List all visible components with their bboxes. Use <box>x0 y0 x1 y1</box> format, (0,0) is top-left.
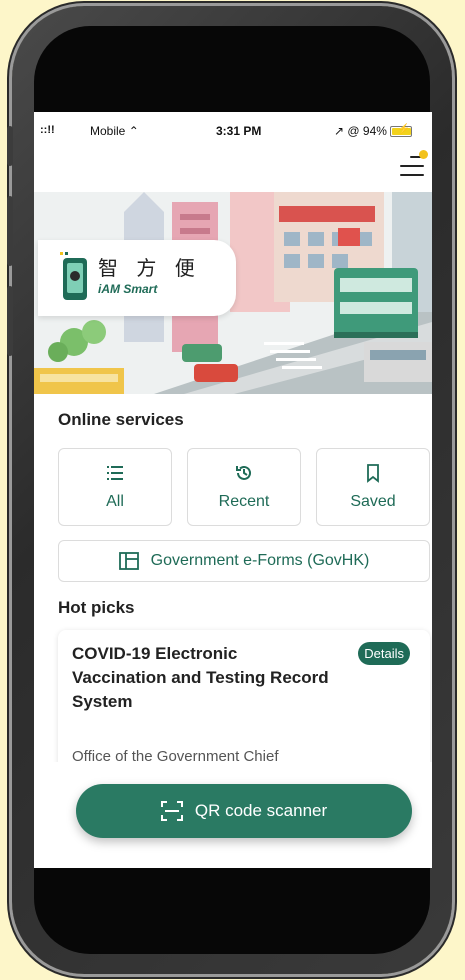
status-bar: ::!! Mobile ⌃ 3:31 PM ↗ @ 94% ⚡ <box>34 112 432 148</box>
status-right: ↗ @ 94% ⚡ <box>334 124 412 138</box>
saved-services-button[interactable]: Saved <box>316 448 430 526</box>
charging-bolt-icon: ⚡ <box>397 123 411 135</box>
city-banner-illustration: 智 方 便 iAM Smart <box>34 192 432 394</box>
bookmark-icon <box>317 463 429 483</box>
status-indicators: ↗ @ 94% <box>334 124 387 138</box>
iam-smart-logo-icon <box>60 252 87 300</box>
wifi-icon: ⌃ <box>128 124 139 138</box>
history-icon <box>188 463 300 483</box>
online-services-heading: Online services <box>58 410 184 429</box>
battery-icon: ⚡ <box>389 123 412 137</box>
hot-pick-title: COVID-19 Electronic Vaccination and Test… <box>72 644 329 711</box>
government-eforms-button[interactable]: Government e-Forms (GovHK) <box>58 540 430 582</box>
all-services-label: All <box>106 493 124 510</box>
government-eforms-label: Government e-Forms (GovHK) <box>150 552 370 569</box>
saved-services-label: Saved <box>350 493 396 510</box>
iam-smart-logo-card: 智 方 便 iAM Smart <box>38 240 236 316</box>
recent-services-button[interactable]: Recent <box>187 448 301 526</box>
form-layout-icon <box>118 552 139 570</box>
all-services-button[interactable]: All <box>58 448 172 526</box>
qr-code-scanner-label: QR code scanner <box>194 801 328 820</box>
logo-chinese-text: 智 方 便 <box>98 256 201 280</box>
details-button[interactable]: Details <box>358 642 410 665</box>
hot-picks-heading: Hot picks <box>58 598 135 617</box>
mute-switch <box>7 126 13 166</box>
hamburger-menu-icon[interactable] <box>400 150 428 178</box>
logo-english-text: iAM Smart <box>98 282 158 296</box>
qr-scan-icon <box>160 801 183 821</box>
recent-services-label: Recent <box>218 493 270 510</box>
app-screen: ::!! Mobile ⌃ 3:31 PM ↗ @ 94% ⚡ 智 方 便 iA… <box>34 112 432 868</box>
list-icon <box>59 463 171 483</box>
signal-indicator: ::!! <box>40 124 55 136</box>
qr-code-scanner-button[interactable]: QR code scanner <box>76 784 412 838</box>
status-time: 3:31 PM <box>216 124 262 138</box>
volume-down-button <box>7 286 13 356</box>
volume-up-button <box>7 196 13 266</box>
notification-dot <box>419 150 428 159</box>
carrier-label: Mobile ⌃ <box>90 124 139 138</box>
app-header <box>34 148 432 192</box>
carrier-name: Mobile <box>90 124 126 138</box>
